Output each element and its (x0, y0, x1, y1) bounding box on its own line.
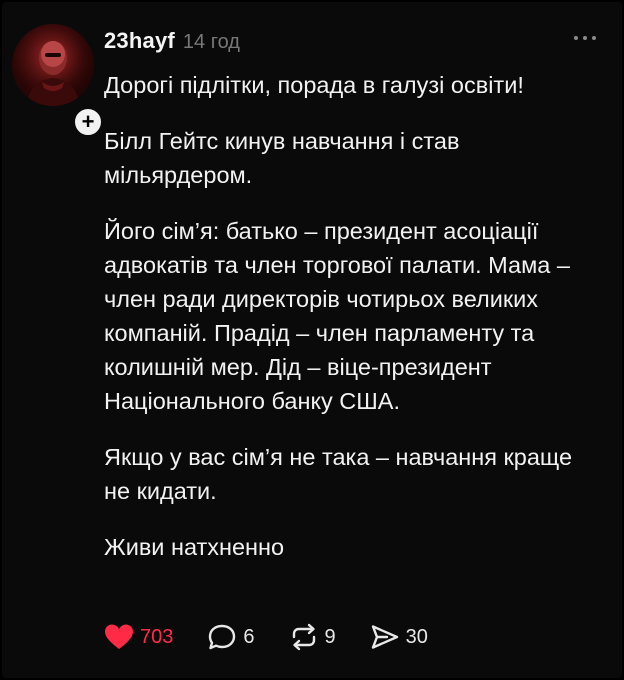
share-count: 30 (405, 625, 428, 648)
post-paragraph: Білл Гейтс кинув навчання і став мільярд… (104, 128, 460, 188)
repost-arrows-icon (292, 623, 315, 651)
more-horizontal-icon-dot (583, 36, 587, 40)
send-paper-plane-icon (371, 625, 398, 649)
plus-icon: + (81, 109, 95, 134)
more-horizontal-icon-dot (592, 36, 596, 40)
thread-post: + 23hayf 14 год Дорогі підлітки, порада … (0, 0, 624, 680)
more-options-button[interactable] (574, 36, 596, 40)
post-body: Дорогі підлітки, порада в галузі освіти!… (104, 68, 604, 586)
post-time[interactable]: 14 год (183, 31, 240, 54)
comment-count: 6 (243, 625, 255, 648)
action-bar: 703 6 9 30 (104, 620, 462, 654)
share-button[interactable]: 30 (370, 623, 428, 651)
username[interactable]: 23hayf (104, 28, 175, 54)
repost-button[interactable]: 9 (289, 623, 336, 651)
heart-filled-icon (105, 624, 133, 649)
comment-bubble-icon (209, 624, 236, 650)
like-button[interactable]: 703 (104, 623, 173, 651)
follow-button[interactable]: + (72, 106, 104, 138)
post-paragraph: Живи натхненно (104, 534, 285, 560)
post-paragraph: Його сім’я: батько – президент асоціації… (104, 218, 570, 414)
repost-count: 9 (324, 625, 336, 648)
like-count: 703 (140, 625, 174, 648)
post-header: 23hayf 14 год (104, 28, 240, 54)
comment-button[interactable]: 6 (207, 623, 255, 651)
more-horizontal-icon-dot (574, 36, 578, 40)
post-paragraph: Дорогі підлітки, порада в галузі освіти! (104, 72, 524, 98)
avatar-container[interactable]: + (12, 24, 104, 138)
avatar-photo-icon (12, 24, 94, 106)
avatar[interactable] (12, 24, 94, 106)
post-paragraph: Якщо у вас сім’я не така – навчання кращ… (104, 444, 573, 504)
